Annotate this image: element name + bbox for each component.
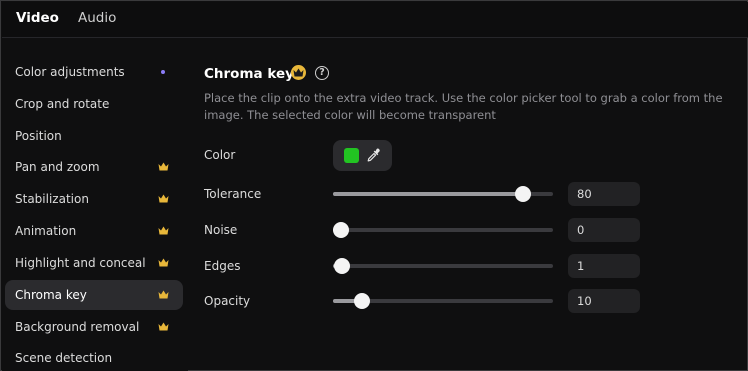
sidebar-item-chroma-key[interactable]: Chroma key	[5, 280, 183, 310]
edges-label: Edges	[204, 259, 241, 273]
noise-value-field[interactable]: 0	[568, 218, 640, 242]
sidebar-item-background-removal[interactable]: Background removal	[5, 312, 183, 342]
sidebar-item-highlight-and-conceal[interactable]: Highlight and conceal	[5, 248, 183, 278]
new-indicator-dot	[161, 70, 165, 74]
slider-thumb[interactable]	[515, 186, 532, 202]
sidebar-item-label: Background removal	[15, 320, 140, 334]
field-value: 80	[577, 187, 592, 201]
crown-icon	[158, 290, 169, 299]
sidebar-item-color-adjustments[interactable]: Color adjustments	[5, 57, 183, 87]
sidebar-item-crop-and-rotate[interactable]: Crop and rotate	[5, 89, 183, 119]
top-tab-bar: Video Audio	[2, 2, 748, 38]
app-window: Video Audio Color adjustments Crop and r…	[0, 0, 748, 371]
premium-crown-icon	[291, 65, 306, 80]
sidebar: Color adjustments Crop and rotate Positi…	[2, 39, 188, 371]
sidebar-item-animation[interactable]: Animation	[5, 216, 183, 246]
noise-slider[interactable]	[333, 222, 553, 238]
field-value: 10	[577, 294, 592, 308]
sidebar-item-label: Pan and zoom	[15, 160, 100, 174]
sidebar-item-label: Chroma key	[15, 288, 87, 302]
field-value: 1	[577, 259, 585, 273]
crown-icon	[158, 162, 169, 171]
sidebar-item-label: Position	[15, 129, 62, 143]
tab-video[interactable]: Video	[16, 10, 59, 26]
slider-thumb[interactable]	[353, 293, 370, 309]
edges-value-field[interactable]: 1	[568, 254, 640, 278]
sidebar-item-label: Crop and rotate	[15, 97, 110, 111]
help-icon[interactable]: ?	[315, 66, 329, 80]
opacity-label: Opacity	[204, 294, 251, 308]
tolerance-label: Tolerance	[204, 187, 262, 201]
color-label: Color	[204, 148, 236, 162]
sidebar-item-label: Animation	[15, 224, 77, 238]
crown-icon	[158, 226, 169, 235]
tab-audio[interactable]: Audio	[78, 10, 116, 26]
slider-thumb[interactable]	[333, 222, 349, 238]
sidebar-item-label: Color adjustments	[15, 65, 125, 79]
settings-panel: Chroma key ? Place the clip onto the ext…	[189, 39, 748, 371]
opacity-value-field[interactable]: 10	[568, 289, 640, 313]
field-value: 0	[577, 223, 585, 237]
panel-title: Chroma key	[204, 66, 294, 82]
noise-label: Noise	[204, 223, 238, 237]
crown-icon	[158, 194, 169, 203]
sidebar-item-label: Scene detection	[15, 351, 113, 365]
color-swatch[interactable]	[344, 148, 359, 163]
sidebar-item-position[interactable]: Position	[5, 121, 183, 151]
tolerance-value-field[interactable]: 80	[568, 182, 640, 206]
color-picker-control[interactable]	[333, 140, 392, 171]
edges-slider[interactable]	[333, 258, 553, 274]
tolerance-slider[interactable]	[333, 186, 553, 202]
crown-icon	[158, 322, 169, 331]
sidebar-item-scene-detection[interactable]: Scene detection	[5, 343, 183, 371]
crown-icon	[158, 258, 169, 267]
sidebar-item-pan-and-zoom[interactable]: Pan and zoom	[5, 152, 183, 182]
opacity-slider[interactable]	[333, 293, 553, 309]
panel-description: Place the clip onto the extra video trac…	[204, 91, 723, 122]
slider-thumb[interactable]	[333, 258, 350, 274]
sidebar-item-stabilization[interactable]: Stabilization	[5, 184, 183, 214]
eyedropper-icon[interactable]	[366, 147, 382, 163]
sidebar-item-label: Stabilization	[15, 192, 89, 206]
slider-fill	[333, 192, 524, 196]
sidebar-item-label: Highlight and conceal	[15, 256, 146, 270]
